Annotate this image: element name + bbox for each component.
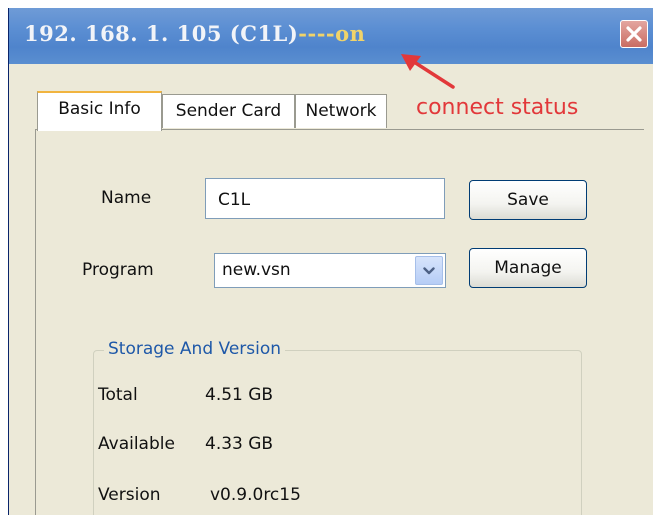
program-select[interactable]: new.vsn (214, 253, 446, 288)
title-ip: 192. 168. 1. 105 (C1L) (24, 21, 299, 46)
program-label: Program (82, 260, 154, 280)
version-value: v0.9.0rc15 (210, 485, 301, 505)
tab-sender-card[interactable]: Sender Card (162, 94, 295, 128)
manage-button[interactable]: Manage (469, 248, 587, 288)
close-button[interactable] (620, 20, 648, 48)
total-value: 4.51 GB (205, 385, 274, 405)
close-icon (626, 26, 642, 42)
name-input[interactable] (205, 178, 445, 219)
title-bar[interactable]: 192. 168. 1. 105 (C1L)----on (9, 8, 653, 64)
device-window: 192. 168. 1. 105 (C1L)----on connect sta… (8, 8, 653, 515)
version-label: Version (98, 485, 161, 505)
name-label: Name (101, 188, 152, 208)
connect-status-annotation: connect status (416, 95, 579, 120)
storage-groupbox (93, 350, 582, 515)
tab-network[interactable]: Network (295, 94, 387, 128)
dropdown-button[interactable] (415, 256, 443, 285)
program-selected-value: new.vsn (222, 260, 291, 280)
available-label: Available (98, 434, 175, 454)
storage-group-title: Storage And Version (104, 339, 286, 359)
connection-status: ----on (298, 21, 366, 46)
save-button[interactable]: Save (469, 180, 587, 220)
available-value: 4.33 GB (205, 434, 274, 454)
window-title: 192. 168. 1. 105 (C1L)----on (24, 21, 365, 46)
total-label: Total (98, 385, 138, 405)
tab-basic-info[interactable]: Basic Info (37, 91, 162, 131)
chevron-down-icon (423, 267, 435, 275)
annotation-arrow-icon (401, 54, 455, 89)
